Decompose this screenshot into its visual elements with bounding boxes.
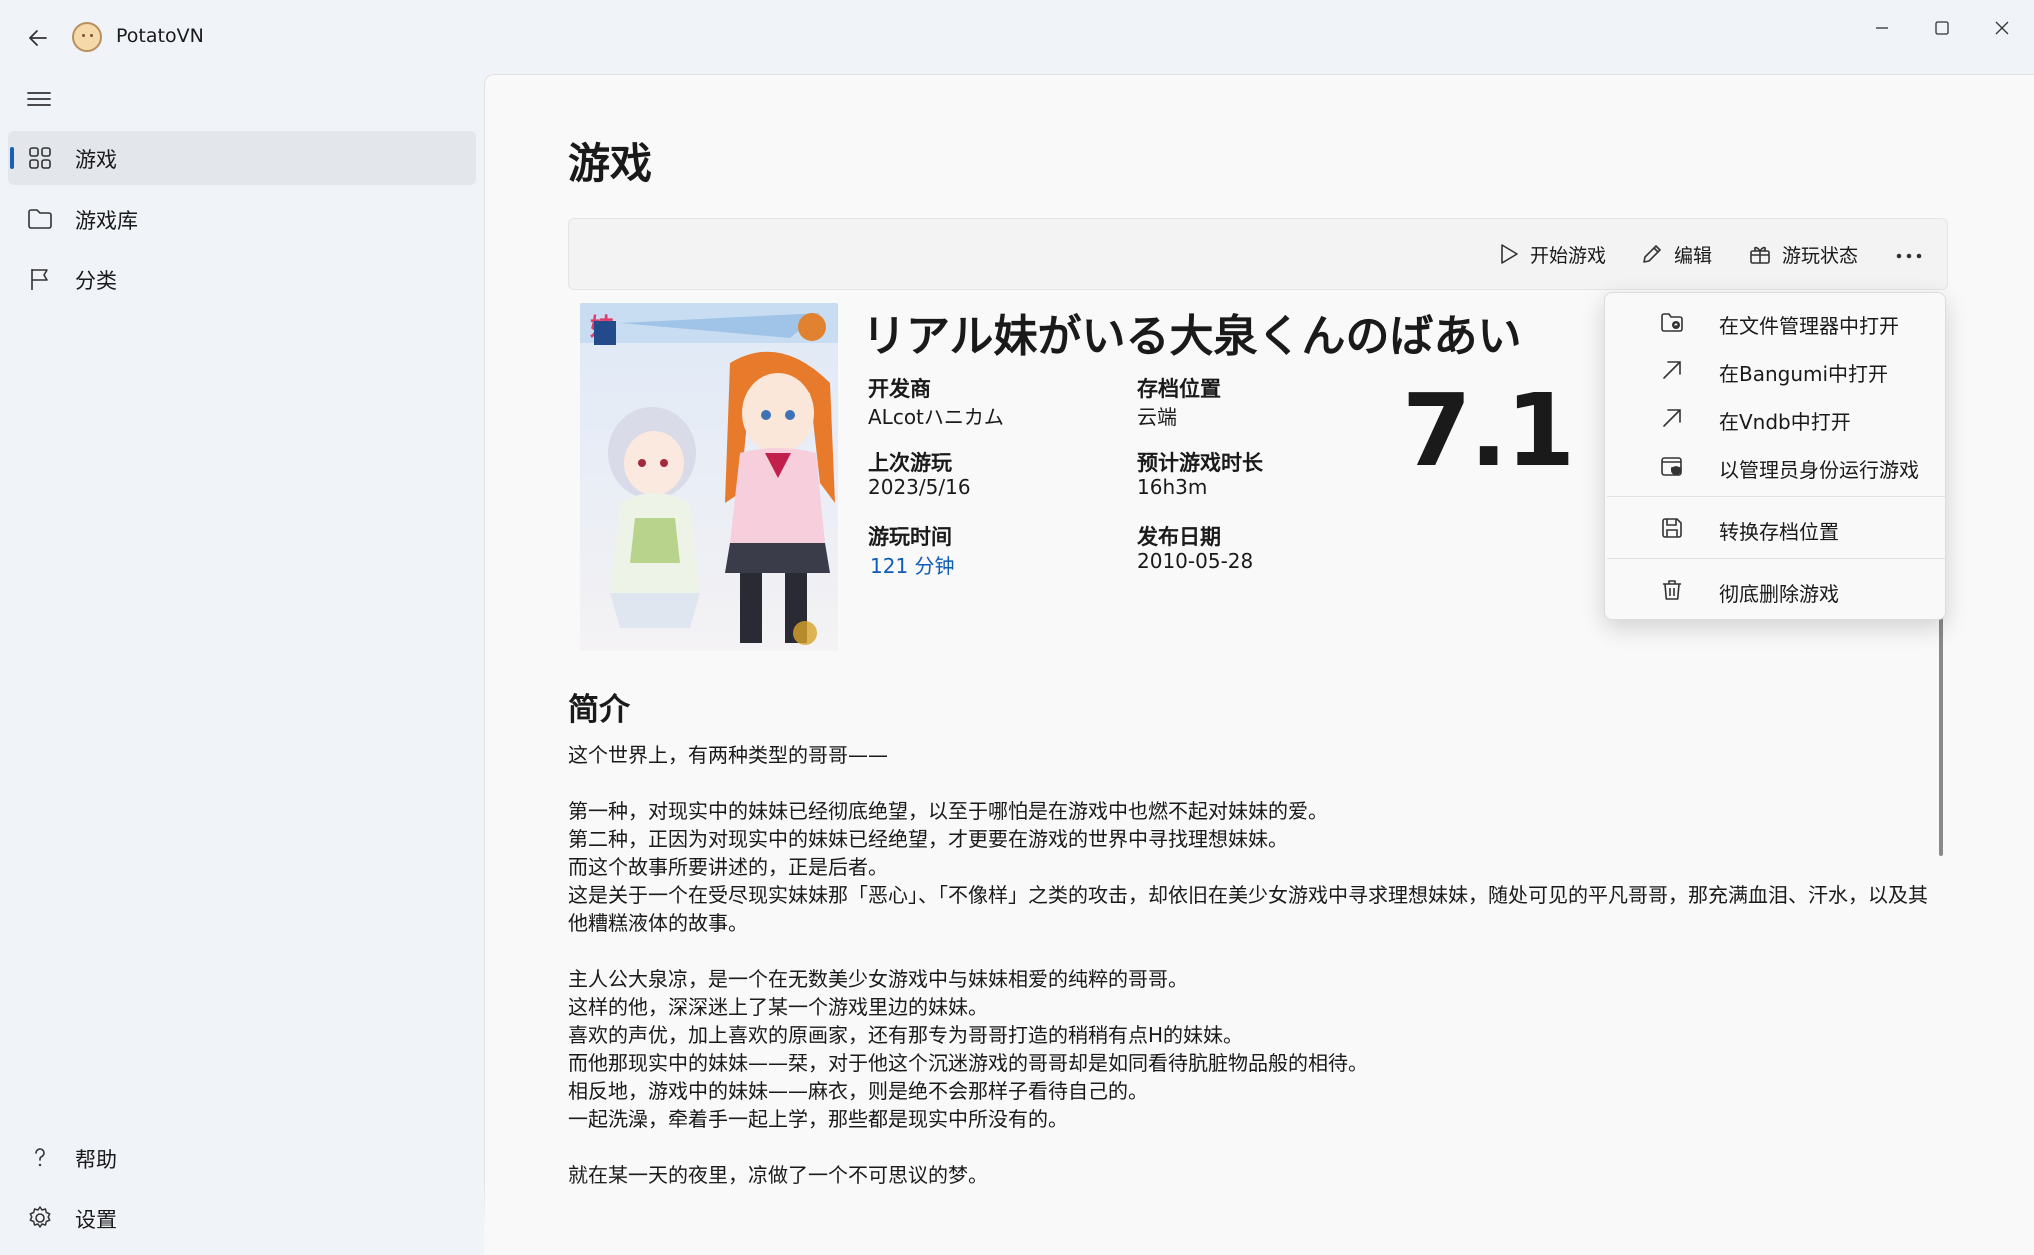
description-line: 第二种，正因为对现实中的妹妹已经绝望，才更要在游戏的世界中寻找理想妹妹。	[568, 827, 1288, 851]
menu-item-label: 彻底删除游戏	[1719, 582, 1839, 606]
description-line: 这是关于一个在受尽现实妹妹那「恶心」、「不像样」之类的攻击，却依旧在美少女游戏中…	[568, 883, 1928, 935]
sidebar-item-label: 游戏	[75, 148, 117, 172]
description-line: 而他那现实中的妹妹——栞，对于他这个沉迷游戏的哥哥却是如同看待肮脏物品般的相待。	[568, 1051, 1368, 1075]
play-status-label: 游玩状态	[1782, 244, 1859, 267]
sidebar-item-label: 帮助	[75, 1148, 117, 1172]
sidebar-item-library[interactable]: 游戏库	[8, 192, 476, 246]
active-indicator	[10, 147, 14, 169]
play-icon	[1501, 244, 1518, 264]
sidebar-item-label: 分类	[75, 269, 117, 293]
hamburger-icon	[27, 92, 51, 106]
arrow-left-icon	[29, 30, 47, 46]
more-options-menu: 在文件管理器中打开 在Bangumi中打开 在Vndb中打开 以管理员身份运行游…	[1604, 292, 1946, 620]
external-link-icon	[1663, 361, 1681, 379]
more-options-button[interactable]	[1888, 238, 1930, 274]
menu-item-label: 转换存档位置	[1719, 520, 1839, 544]
title-bar: PotatoVN	[0, 0, 2034, 74]
start-game-button[interactable]: 开始游戏	[1498, 238, 1606, 270]
grid-icon	[29, 147, 51, 169]
scrollbar-thumb[interactable]	[1939, 618, 1943, 856]
help-icon	[35, 1148, 45, 1167]
description-title: 简介	[568, 692, 630, 728]
more-horizontal-icon	[1896, 253, 1922, 259]
maximize-button[interactable]	[1916, 8, 1968, 48]
description-line: 一起洗澡，牵着手一起上学，那些都是现实中所没有的。	[568, 1107, 1068, 1131]
playtime-label: 游玩时间	[868, 525, 952, 549]
menu-item-change-save-location[interactable]: 转换存档位置	[1605, 505, 1947, 551]
developer-value: ALcotハニカム	[868, 405, 1004, 429]
release-date-label: 发布日期	[1137, 525, 1221, 549]
scroll-fade	[484, 1180, 2034, 1255]
pencil-icon	[1643, 245, 1661, 263]
description-line	[568, 1133, 1928, 1161]
menu-item-open-vndb[interactable]: 在Vndb中打开	[1605, 395, 1947, 441]
sidebar-item-games[interactable]: 游戏	[8, 131, 476, 185]
estimated-time-value: 16h3m	[1137, 475, 1208, 499]
external-link-icon	[1663, 409, 1681, 427]
description-line: 第一种，对现实中的妹妹已经彻底绝望，以至于哪怕是在游戏中也燃不起对妹妹的爱。	[568, 799, 1328, 823]
game-cover-image: 妹	[580, 303, 838, 651]
description-body: 这个世界上，有两种类型的哥哥—— 第一种，对现实中的妹妹已经彻底绝望，以至于哪怕是…	[568, 741, 1928, 1189]
menu-item-label: 以管理员身份运行游戏	[1719, 458, 1919, 482]
start-game-label: 开始游戏	[1530, 244, 1607, 267]
minimize-icon	[1876, 27, 1888, 29]
description-line: 而这个故事所要讲述的，正是后者。	[568, 855, 888, 879]
sidebar-item-label: 游戏库	[75, 209, 138, 233]
minimize-button[interactable]	[1856, 8, 1908, 48]
description-line: 这样的他，深深迷上了某一个游戏里边的妹妹。	[568, 995, 988, 1019]
status-icon	[1750, 246, 1770, 264]
last-played-label: 上次游玩	[868, 451, 952, 475]
description-line: 这个世界上，有两种类型的哥哥——	[568, 743, 888, 767]
last-played-value: 2023/5/16	[868, 475, 971, 499]
menu-item-label: 在Bangumi中打开	[1719, 362, 1889, 386]
save-location-label: 存档位置	[1137, 377, 1221, 401]
game-title: リアル妹がいる大泉くんのばあい	[862, 311, 1522, 362]
release-date-value: 2010-05-28	[1137, 549, 1254, 573]
menu-item-label: 在Vndb中打开	[1719, 410, 1851, 434]
folder-icon	[28, 209, 52, 229]
back-button[interactable]	[20, 20, 56, 56]
rating-score: 7.1	[1402, 372, 1575, 489]
save-location-value: 云端	[1137, 405, 1177, 429]
playtime-link[interactable]: 121 分钟	[870, 550, 955, 579]
settings-icon	[29, 1206, 51, 1228]
command-bar	[568, 218, 1948, 290]
menu-item-open-in-explorer[interactable]: 在文件管理器中打开	[1605, 299, 1947, 345]
sidebar-item-help[interactable]: 帮助	[8, 1131, 476, 1185]
save-icon	[1662, 518, 1682, 538]
menu-item-run-as-admin[interactable]: 以管理员身份运行游戏	[1605, 443, 1947, 489]
menu-separator	[1607, 558, 1945, 559]
folder-open-icon	[1661, 313, 1683, 332]
menu-item-label: 在文件管理器中打开	[1719, 314, 1899, 338]
app-title: PotatoVN	[116, 25, 204, 47]
description-line	[568, 769, 1928, 797]
admin-shield-icon	[1661, 457, 1682, 476]
app-window: PotatoVN 游戏 游戏库 分类 帮助 设置 游戏 开始游戏 编辑 游玩状态…	[0, 0, 2034, 1255]
close-button[interactable]	[1976, 8, 2028, 48]
menu-item-delete-game[interactable]: 彻底删除游戏	[1605, 567, 1947, 613]
sidebar-item-label: 设置	[75, 1208, 117, 1232]
sidebar-item-category[interactable]: 分类	[8, 252, 476, 306]
play-status-button[interactable]: 游玩状态	[1748, 238, 1858, 270]
trash-icon	[1663, 580, 1681, 600]
app-logo-icon	[72, 22, 102, 52]
edit-label: 编辑	[1674, 244, 1713, 267]
maximize-icon	[1935, 21, 1949, 35]
menu-toggle-button[interactable]	[24, 84, 54, 114]
page-title: 游戏	[568, 139, 653, 188]
description-line: 主人公大泉凉，是一个在无数美少女游戏中与妹妹相爱的纯粹的哥哥。	[568, 967, 1188, 991]
description-line: 喜欢的声优，加上喜欢的原画家，还有那专为哥哥打造的稍稍有点H的妹妹。	[568, 1023, 1244, 1047]
description-line	[568, 937, 1928, 965]
estimated-time-label: 预计游戏时长	[1137, 451, 1263, 475]
edit-button[interactable]: 编辑	[1640, 238, 1712, 270]
close-icon	[1995, 21, 2009, 35]
flag-icon	[31, 269, 48, 290]
description-line: 相反地，游戏中的妹妹——麻衣，则是绝不会那样子看待自己的。	[568, 1079, 1148, 1103]
menu-item-open-bangumi[interactable]: 在Bangumi中打开	[1605, 347, 1947, 393]
developer-label: 开发商	[868, 377, 931, 401]
sidebar-item-settings[interactable]: 设置	[8, 1191, 476, 1245]
menu-separator	[1607, 496, 1945, 497]
